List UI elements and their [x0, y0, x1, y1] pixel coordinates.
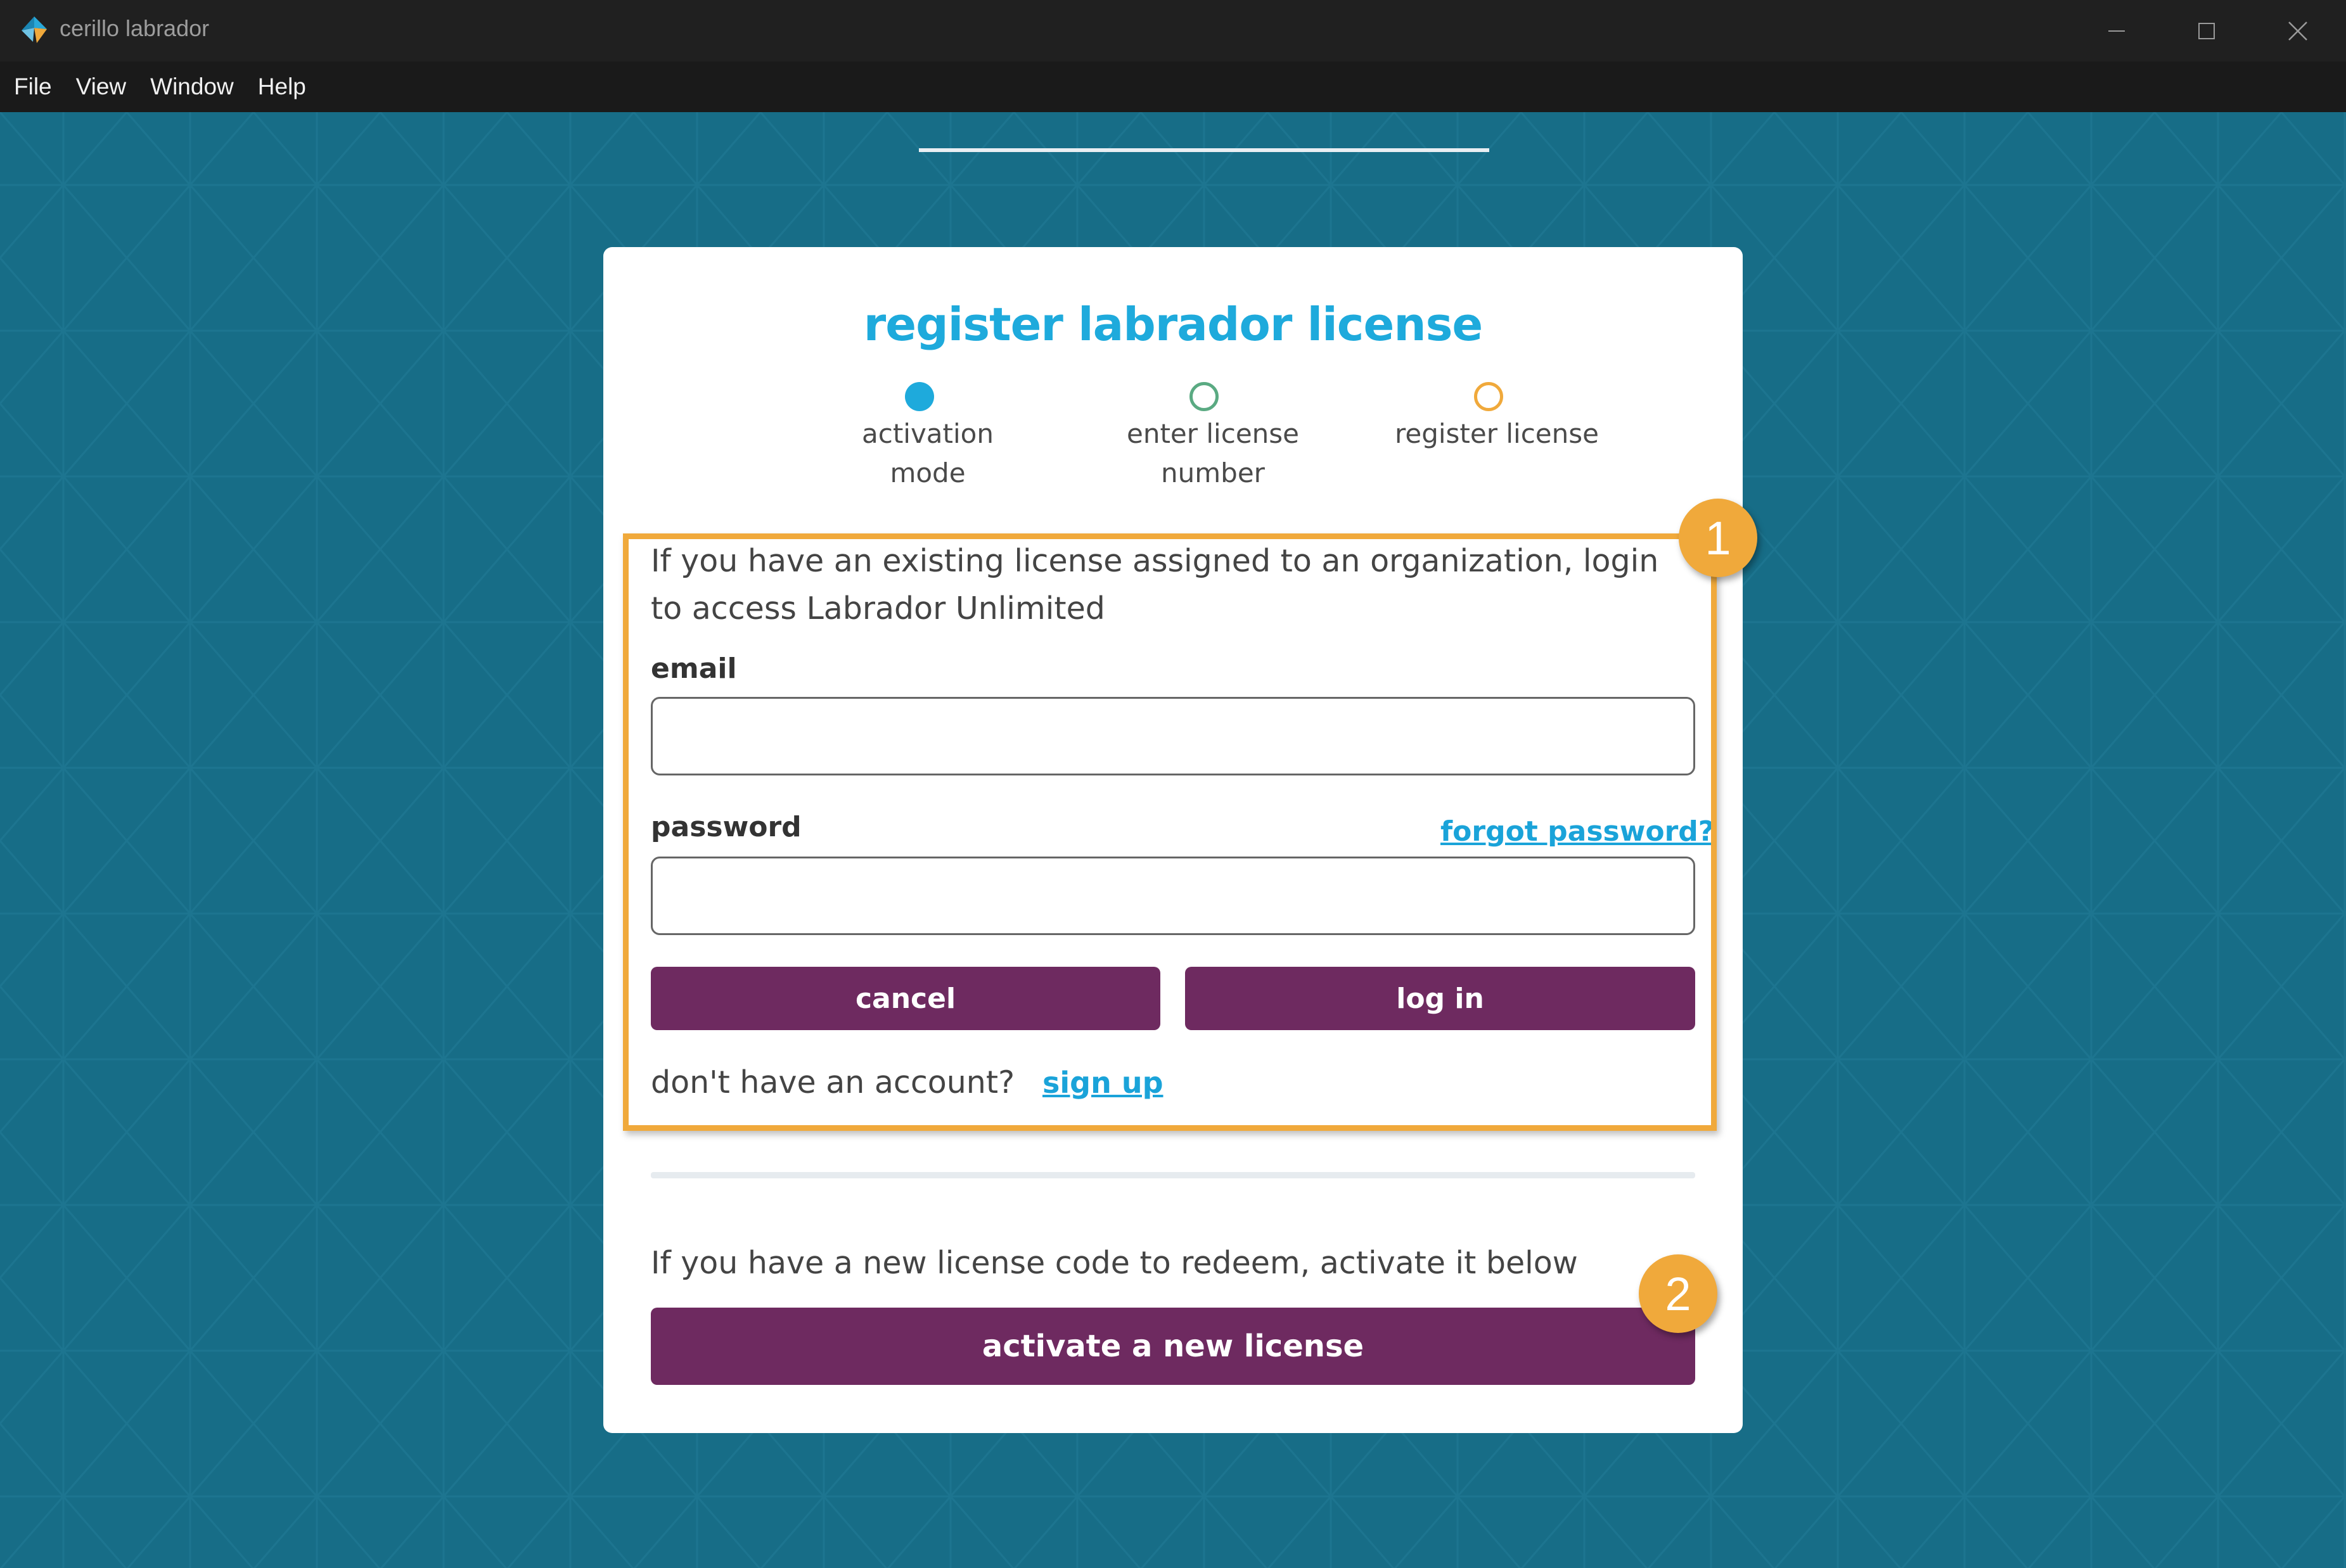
- annotation-badge-2: 2: [1639, 1254, 1717, 1333]
- step-2-label: enter license number: [1127, 418, 1299, 488]
- annotation-badge-1: 1: [1679, 499, 1757, 577]
- cerillo-logo-icon: [18, 14, 51, 47]
- step-3-label: register license: [1395, 418, 1599, 449]
- section-divider: [651, 1172, 1695, 1178]
- step-1-label: activation mode: [861, 418, 994, 488]
- activate-new-license-button[interactable]: activate a new license: [651, 1308, 1695, 1385]
- new-license-intro-text: If you have a new license code to redeem…: [651, 1245, 1578, 1281]
- window-title: cerillo labrador: [60, 15, 210, 41]
- menu-view[interactable]: View: [76, 73, 127, 100]
- menu-window[interactable]: Window: [150, 73, 234, 100]
- minimize-button[interactable]: [2072, 0, 2161, 61]
- step-3-indicator: [1474, 382, 1503, 411]
- title-bar: cerillo labrador: [0, 0, 2346, 61]
- minimize-icon: [2108, 30, 2125, 32]
- menu-bar: File View Window Help: [0, 61, 2346, 112]
- step-1-indicator: [905, 382, 934, 411]
- step-2-indicator: [1189, 382, 1219, 411]
- maximize-icon: [2198, 22, 2215, 39]
- menu-help[interactable]: Help: [258, 73, 306, 100]
- close-button[interactable]: [2253, 0, 2342, 61]
- dialog-title: register labrador license: [863, 298, 1484, 351]
- maximize-button[interactable]: [2162, 0, 2251, 61]
- close-icon: [2288, 21, 2307, 41]
- menu-file[interactable]: File: [14, 73, 52, 100]
- highlight-frame-login: [623, 533, 1717, 1131]
- stepper-track: [919, 148, 1489, 152]
